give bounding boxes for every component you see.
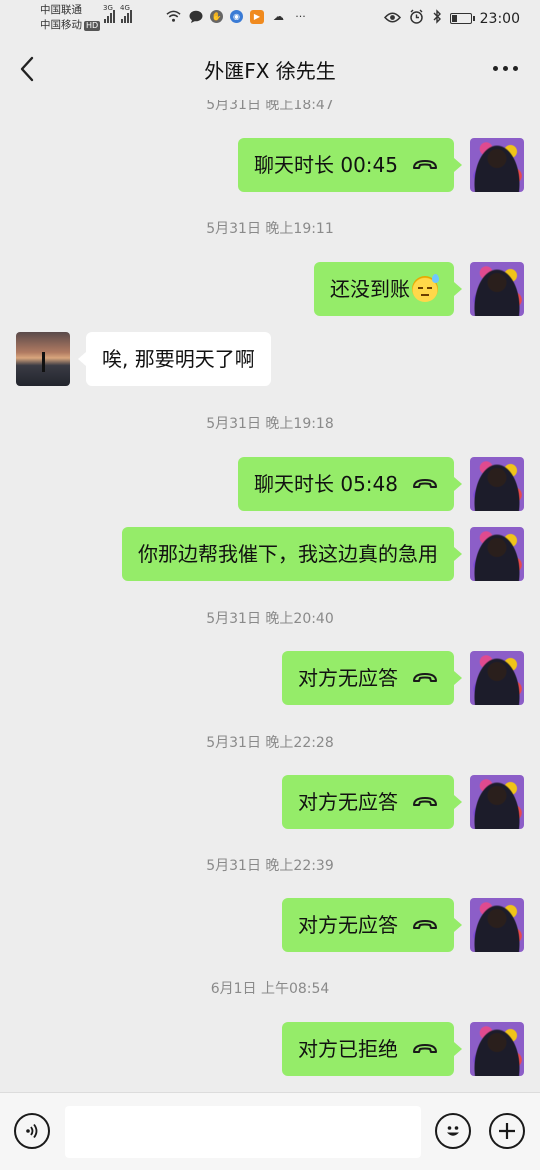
phone-hangup-icon xyxy=(413,920,437,929)
message-text: 你那边帮我催下，我这边真的急用 xyxy=(138,542,438,566)
network-type-1: 3G xyxy=(103,4,113,12)
timestamp: 5月31日 晚上19:11 xyxy=(206,221,334,237)
call-duration-text: 聊天时长 00:45 xyxy=(254,153,398,177)
my-avatar[interactable] xyxy=(470,527,524,581)
carrier-1: 中国联通 xyxy=(40,4,82,16)
timestamp: 5月31日 晚上18:47 xyxy=(206,100,334,113)
message-bubble[interactable]: 还没到账 xyxy=(314,262,462,316)
call-record-bubble[interactable]: 聊天时长 05:48 xyxy=(238,457,462,511)
chat-title: 外匯FX 徐先生 xyxy=(204,59,336,83)
timestamp: 5月31日 晚上19:18 xyxy=(206,416,334,432)
phone-hangup-icon xyxy=(413,160,437,169)
more-functions-button[interactable] xyxy=(489,1113,525,1149)
call-status-text: 对方已拒绝 xyxy=(298,1037,398,1061)
input-bar xyxy=(0,1092,540,1170)
smiley-icon xyxy=(447,1126,459,1136)
message-input[interactable] xyxy=(65,1106,421,1158)
message-bubble[interactable]: 你那边帮我催下，我这边真的急用 xyxy=(122,527,462,581)
my-avatar[interactable] xyxy=(470,898,524,952)
eye-icon xyxy=(383,11,401,27)
phone-hangup-icon xyxy=(413,479,437,488)
voice-icon xyxy=(26,1123,38,1139)
signal-group: 3G 4G xyxy=(103,4,132,23)
status-right: 23:00 xyxy=(383,9,520,28)
carrier-2: 中国移动 xyxy=(40,19,82,31)
call-record-bubble[interactable]: 对方已拒绝 xyxy=(282,1022,462,1076)
message-icon xyxy=(188,9,203,24)
message-text: 还没到账 xyxy=(330,277,410,301)
timestamp: 5月31日 晚上22:28 xyxy=(206,735,334,751)
message-bubble[interactable]: 唉, 那要明天了啊 xyxy=(78,332,271,386)
my-avatar[interactable] xyxy=(470,457,524,511)
bluetooth-icon xyxy=(432,9,442,28)
notification-icons: ✋ ◉ ▶ ☁ ··· xyxy=(166,9,308,24)
timestamp: 6月1日 上午08:54 xyxy=(210,981,330,997)
message-text: 唉, 那要明天了啊 xyxy=(102,347,255,371)
dot-icon xyxy=(513,65,518,71)
hand-icon: ✋ xyxy=(210,10,223,23)
network-type-2: 4G xyxy=(120,4,130,12)
timestamp: 5月31日 晚上22:39 xyxy=(206,858,334,874)
alarm-icon xyxy=(409,9,424,28)
call-status-text: 对方无应答 xyxy=(298,790,398,814)
status-time: 23:00 xyxy=(479,10,520,27)
timestamp: 5月31日 晚上20:40 xyxy=(206,611,334,627)
my-avatar[interactable] xyxy=(470,262,524,316)
video-icon: ▶ xyxy=(250,9,264,24)
signal-icon: 4G xyxy=(120,4,132,23)
call-status-text: 对方无应答 xyxy=(298,666,398,690)
dot-icon xyxy=(503,65,508,71)
more-options-button[interactable] xyxy=(493,58,518,78)
call-record-bubble[interactable]: 对方无应答 xyxy=(282,898,462,952)
phone-hangup-icon xyxy=(413,673,437,682)
weather-icon: ☁ xyxy=(273,10,284,23)
dot-icon xyxy=(493,65,498,71)
sweat-emoji-icon xyxy=(412,274,439,302)
wifi-icon xyxy=(166,9,181,24)
call-record-bubble[interactable]: 对方无应答 xyxy=(282,775,462,829)
phone-hangup-icon xyxy=(413,1044,437,1053)
browser-icon: ◉ xyxy=(230,10,243,23)
chat-screen: 中国联通 中国移动 HD 3G 4G ✋ ◉ ▶ ☁ ··· 23:00 外匯F… xyxy=(0,0,540,1170)
call-duration-text: 聊天时长 05:48 xyxy=(254,472,398,496)
my-avatar[interactable] xyxy=(470,775,524,829)
nav-bar: 外匯FX 徐先生 xyxy=(0,38,540,100)
plus-icon xyxy=(499,1123,515,1139)
carrier-info: 中国联通 中国移动 HD xyxy=(40,3,101,33)
contact-avatar[interactable] xyxy=(16,332,70,386)
my-avatar[interactable] xyxy=(470,651,524,705)
phone-hangup-icon xyxy=(413,797,437,806)
my-avatar[interactable] xyxy=(470,1022,524,1076)
my-avatar[interactable] xyxy=(470,138,524,192)
call-status-text: 对方无应答 xyxy=(298,913,398,937)
signal-icon: 3G xyxy=(103,4,115,23)
call-record-bubble[interactable]: 聊天时长 00:45 xyxy=(238,138,462,192)
more-dots-icon: ··· xyxy=(295,10,306,23)
status-bar: 中国联通 中国移动 HD 3G 4G ✋ ◉ ▶ ☁ ··· 23:00 xyxy=(0,0,540,38)
emoji-button[interactable] xyxy=(435,1113,471,1149)
hd-badge: HD xyxy=(84,21,101,31)
voice-input-button[interactable] xyxy=(14,1113,50,1149)
call-record-bubble[interactable]: 对方无应答 xyxy=(282,651,462,705)
message-list[interactable]: 5月31日 晚上18:47 聊天时长 00:45 5月31日 晚上19:11 还… xyxy=(0,100,540,1092)
battery-icon xyxy=(449,13,475,24)
